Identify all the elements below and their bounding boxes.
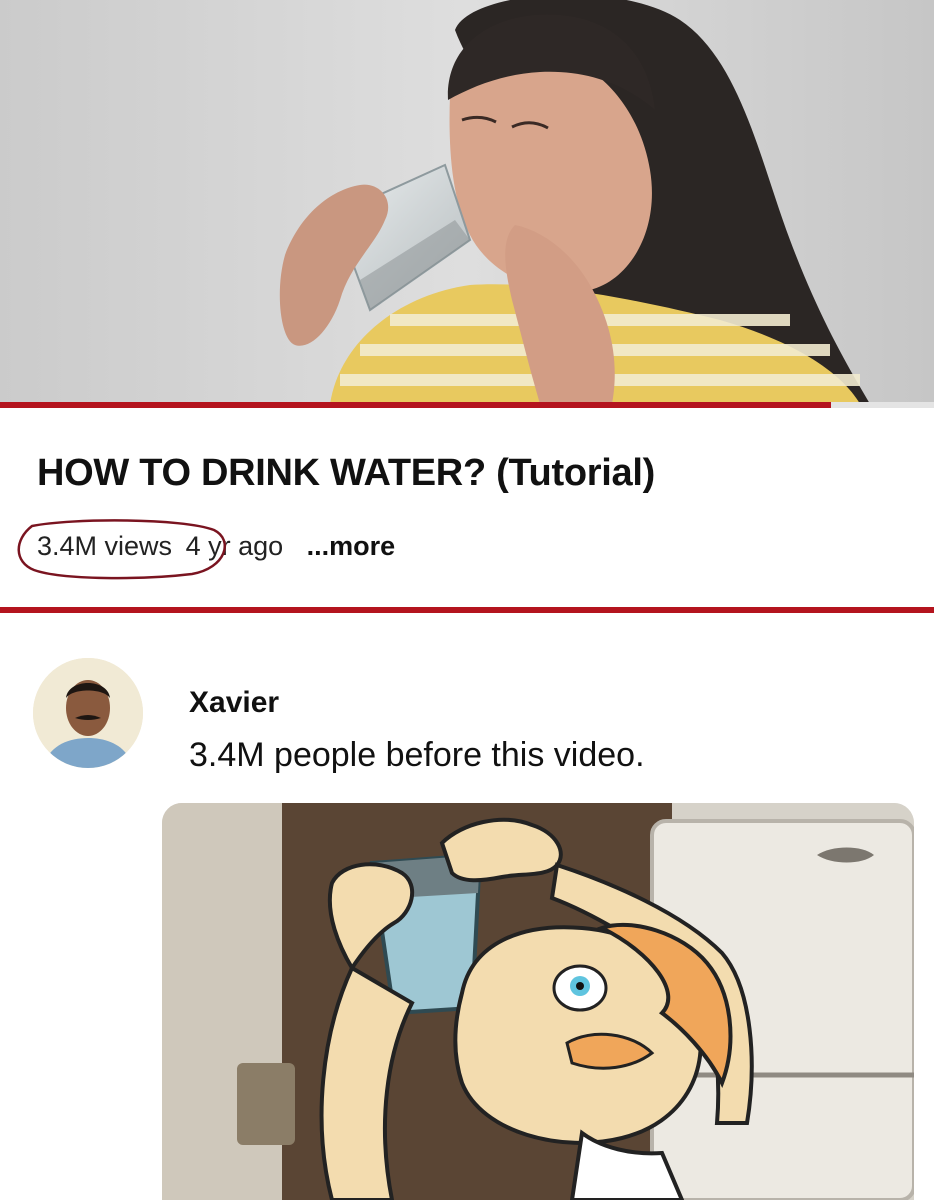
comment-text: 3.4M people before this video. [189, 736, 645, 774]
meme-screenshot: HOW TO DRINK WATER? (Tutorial) 3.4M view… [0, 0, 934, 1200]
video-meta: 3.4M views 4 yr ago ...more [17, 519, 396, 580]
comment-author[interactable]: Xavier [189, 686, 279, 720]
video-thumbnail-illustration [0, 0, 934, 404]
video-info: HOW TO DRINK WATER? (Tutorial) 3.4M view… [0, 408, 934, 608]
cartoon-reaction-icon [162, 803, 914, 1200]
video-thumbnail[interactable] [0, 0, 934, 404]
view-count-wrapper: 3.4M views [17, 519, 226, 580]
view-count: 3.4M views [37, 531, 173, 561]
more-link[interactable]: ...more [307, 531, 396, 561]
comment: Xavier 3.4M people before this video. [0, 613, 934, 803]
reaction-image [162, 803, 914, 1200]
user-avatar-icon [33, 658, 143, 768]
upload-age: 4 yr ago [185, 531, 284, 561]
video-title[interactable]: HOW TO DRINK WATER? (Tutorial) [37, 452, 655, 495]
avatar[interactable] [33, 658, 143, 768]
